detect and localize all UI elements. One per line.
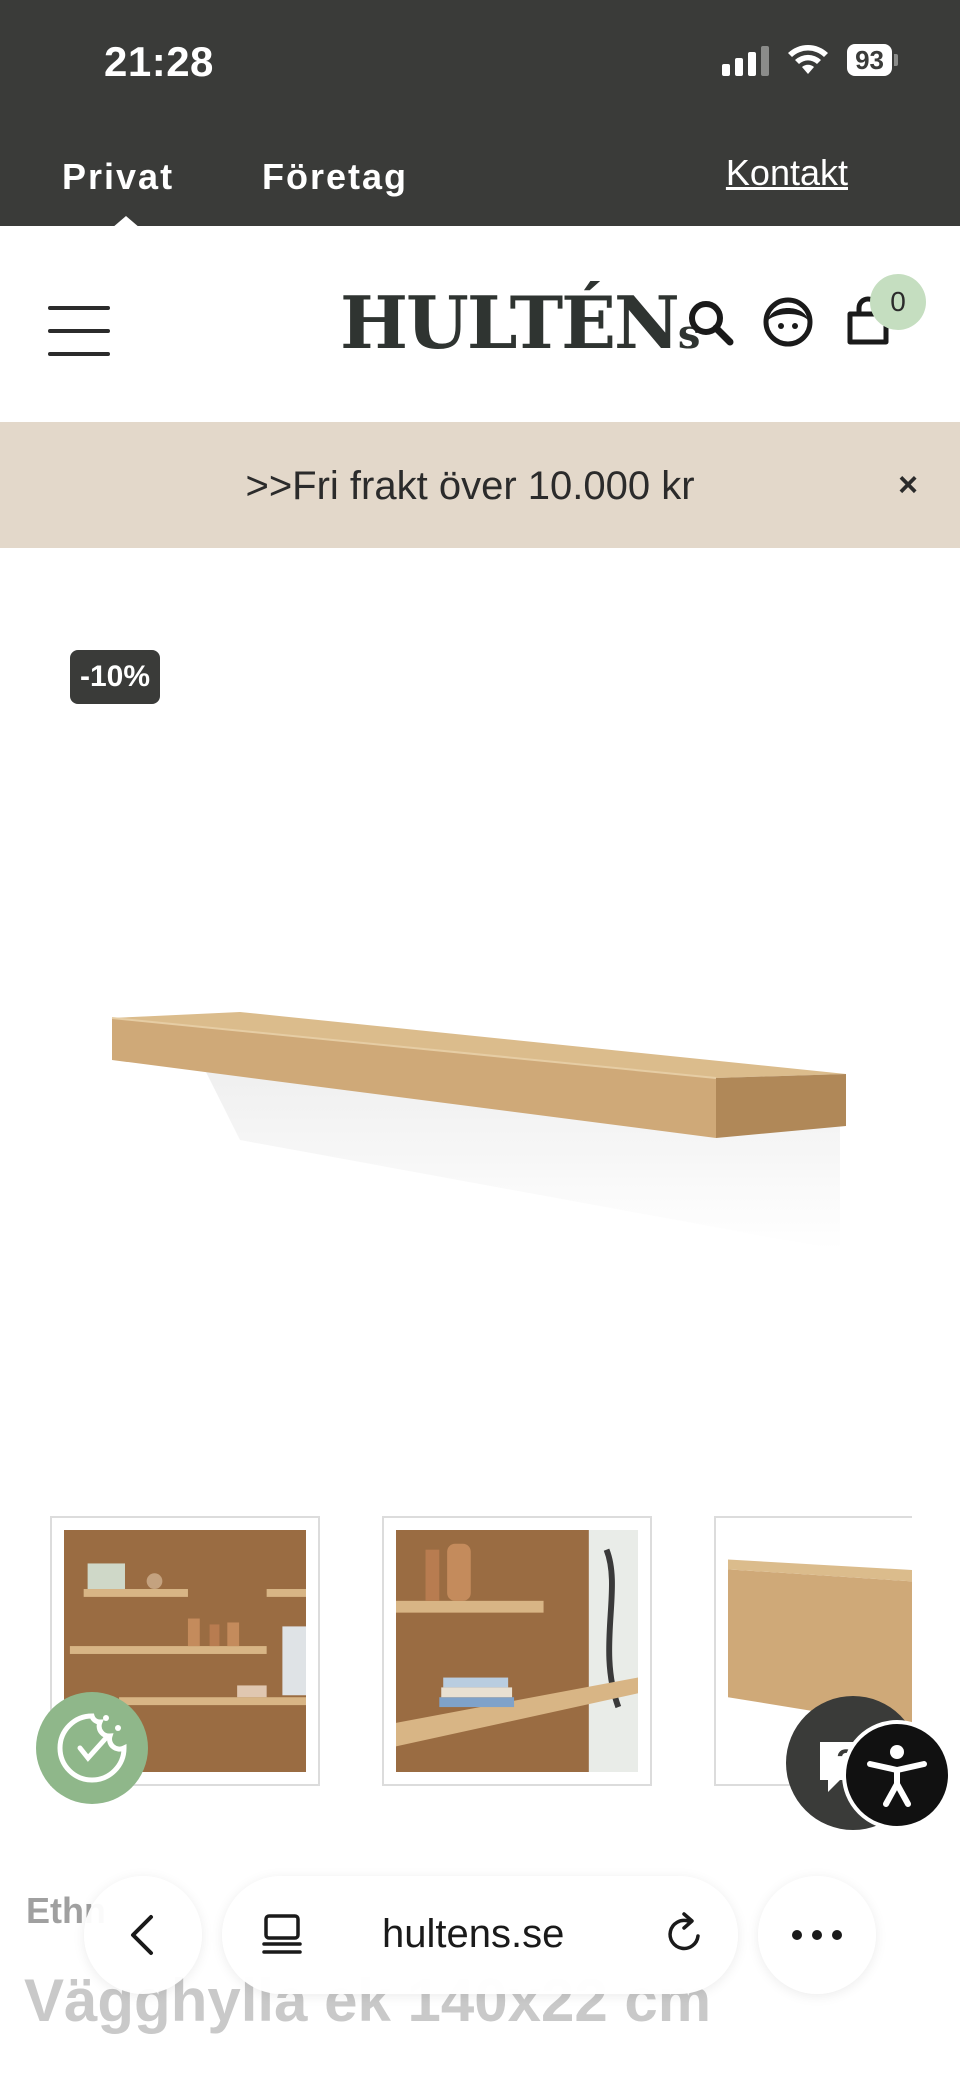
logo[interactable]: HULTÉNs xyxy=(340,280,700,365)
promo-banner: >>Fri frakt över 10.000 kr × xyxy=(0,422,960,548)
more-icon[interactable] xyxy=(758,1876,876,1994)
search-icon[interactable] xyxy=(684,296,736,348)
battery-icon: 93 xyxy=(847,44,898,76)
promo-text: >>Fri frakt över 10.000 kr xyxy=(245,464,695,508)
url-text[interactable]: hultens.se xyxy=(382,1912,564,1957)
site-header: HULTÉNs 0 xyxy=(0,226,960,422)
menu-icon[interactable] xyxy=(48,306,110,356)
signal-icon xyxy=(722,44,770,76)
wifi-icon xyxy=(788,45,829,74)
user-icon[interactable] xyxy=(762,296,814,348)
cookie-icon[interactable] xyxy=(36,1692,148,1804)
thumbnail-strip xyxy=(50,1516,912,1788)
accessibility-icon[interactable] xyxy=(842,1720,952,1830)
cart-count-badge[interactable]: 0 xyxy=(870,274,926,330)
close-icon[interactable]: × xyxy=(898,466,918,505)
nav-privat[interactable]: Privat xyxy=(62,156,174,198)
nav-kontakt-link[interactable]: Kontakt xyxy=(726,152,848,194)
nav-foretag[interactable]: Företag xyxy=(262,156,408,198)
status-icons: 93 xyxy=(722,44,898,76)
status-time: 21:28 xyxy=(104,38,214,85)
logo-text: HULTÉN xyxy=(340,280,680,365)
discount-badge: -10% xyxy=(70,650,161,704)
top-bar: 21:28 93 Privat Företag Kontakt xyxy=(0,0,960,228)
segment-nav: Privat Företag Kontakt xyxy=(0,152,960,206)
address-bar[interactable]: hultens.se xyxy=(222,1876,738,1994)
back-icon[interactable] xyxy=(84,1876,202,1994)
product-image[interactable] xyxy=(100,990,860,1270)
thumbnail-2[interactable] xyxy=(382,1516,652,1786)
tabs-icon[interactable] xyxy=(258,1910,306,1958)
reload-icon[interactable] xyxy=(660,1910,708,1958)
battery-level: 93 xyxy=(847,44,892,76)
